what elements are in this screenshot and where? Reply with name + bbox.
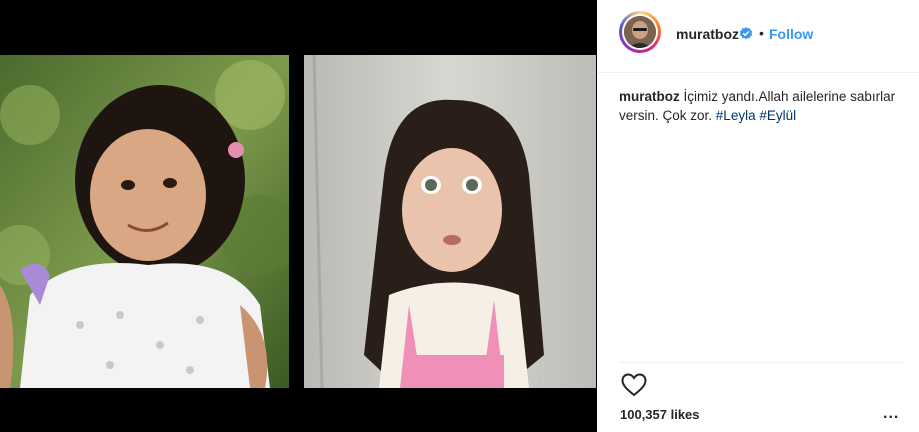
separator-dot: • bbox=[759, 25, 764, 41]
verified-badge-icon bbox=[739, 27, 753, 41]
post-media[interactable] bbox=[0, 0, 597, 432]
more-options-icon[interactable]: ... bbox=[883, 405, 899, 423]
post-header: muratboz • Follow bbox=[598, 0, 919, 73]
caption-username[interactable]: muratboz bbox=[619, 89, 680, 104]
photo-girl-left bbox=[0, 55, 289, 388]
username-link[interactable]: muratboz bbox=[676, 26, 739, 42]
heart-icon[interactable] bbox=[621, 373, 647, 397]
post-details-panel: muratboz • Follow muratboz İçimiz yandı.… bbox=[598, 0, 919, 432]
photo-girl-right bbox=[304, 55, 596, 388]
post-caption: muratboz İçimiz yandı.Allah ailelerine s… bbox=[619, 87, 909, 125]
likes-count[interactable]: 100,357 likes bbox=[620, 407, 700, 422]
avatar[interactable] bbox=[619, 11, 661, 53]
follow-button[interactable]: Follow bbox=[769, 26, 813, 42]
divider bbox=[619, 362, 904, 363]
hashtag-link[interactable]: #Eylül bbox=[759, 108, 796, 123]
hashtag-link[interactable]: #Leyla bbox=[716, 108, 756, 123]
